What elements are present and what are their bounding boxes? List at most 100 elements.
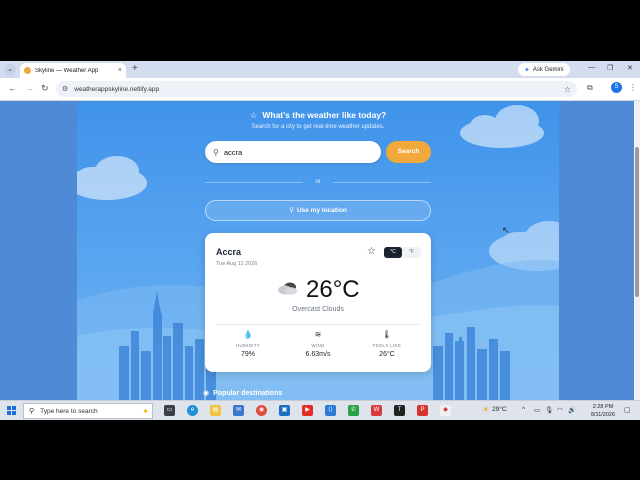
search-input[interactable] [223, 147, 364, 157]
condition-text: Overcast Clouds [292, 306, 344, 313]
taskbar-search-placeholder[interactable]: Type here to search [40, 408, 142, 415]
volume-icon[interactable]: 🔊 [568, 406, 576, 414]
wind-label: WIND [311, 343, 325, 348]
droplet-icon: 💧 [243, 330, 253, 339]
gemini-icon: ✦ [524, 66, 530, 74]
wifi-icon[interactable]: ◠ [557, 406, 563, 414]
location-button-label: Use my location [296, 207, 347, 214]
chrome-icon[interactable]: ◉ [256, 405, 267, 416]
page-subtitle: Search for a city to get real-time weath… [251, 124, 385, 130]
mail-icon[interactable]: ✉ [233, 405, 244, 416]
unit-toggle[interactable]: °C °F [384, 247, 421, 258]
globe-icon: ◉ [203, 390, 210, 397]
mouse-cursor-icon: ↖ [502, 225, 510, 235]
task-view-icon[interactable]: ▭ [164, 405, 175, 416]
celsius-toggle[interactable]: °C [384, 247, 402, 258]
close-window-button[interactable]: ✕ [627, 64, 633, 72]
weather-app: ☆ What's the weather like today? Search f… [77, 101, 559, 400]
wind-value: 6.63m/s [305, 351, 331, 358]
browser-chrome: ⌄ Skyline — Weather App × + ✦ Ask Gemini… [0, 61, 640, 101]
scrollbar-thumb[interactable] [635, 147, 639, 297]
whatsapp-icon[interactable]: ✆ [348, 405, 359, 416]
back-icon[interactable]: ← [8, 83, 17, 93]
notification-icon[interactable]: ▢ [624, 406, 631, 414]
or-text: or [315, 179, 321, 185]
cloud-left [77, 156, 147, 200]
copilot-sparkle-icon[interactable]: ✦ [142, 407, 149, 416]
tab-strip: ⌄ Skyline — Weather App × + ✦ Ask Gemini… [0, 61, 640, 78]
site-info-icon[interactable]: ⚙ [62, 85, 68, 93]
tab-search-icon[interactable]: ⌄ [4, 64, 16, 76]
reload-icon[interactable]: ↻ [41, 83, 49, 94]
humidity-label: HUMIDITY [235, 343, 261, 348]
search-button[interactable]: Search [386, 141, 431, 163]
url-text[interactable]: weatherappskyline.netlify.app [74, 86, 564, 93]
extensions-icon[interactable]: ⧉ [587, 83, 593, 93]
card-divider [216, 324, 420, 325]
maximize-button[interactable]: ❐ [607, 64, 613, 72]
forward-icon[interactable]: → [25, 83, 34, 93]
clock-time: 2:28 PM [592, 404, 614, 410]
tab-close-icon[interactable]: × [118, 67, 122, 74]
feels-like-stat: 🌡 FEELS LIKE 26°C [357, 330, 417, 358]
wind-stat: ≋ WIND 6.63m/s [288, 330, 348, 358]
popular-heading-text: Popular destinations [213, 390, 283, 397]
page-heading: ☆ What's the weather like today? [77, 110, 559, 121]
windows-start-icon[interactable] [7, 406, 16, 415]
humidity-value: 79% [240, 351, 255, 358]
bookmark-star-icon[interactable]: ☆ [564, 85, 571, 94]
letterbox-bottom [0, 420, 640, 480]
vscode-icon[interactable]: ⟨⟩ [325, 405, 336, 416]
page-scrollbar[interactable] [634, 101, 640, 400]
humidity-stat: 💧 HUMIDITY 79% [218, 330, 278, 358]
network-icon[interactable]: ▭ [534, 406, 540, 414]
sun-cloud-icon: ☀ [482, 405, 490, 414]
browser-tab[interactable]: Skyline — Weather App × [20, 63, 126, 78]
taskbar-clock[interactable]: 2:28 PM 8/11/2026 [586, 403, 620, 419]
favicon-icon [24, 67, 31, 74]
feels-like-value: 26°C [379, 351, 395, 358]
taskbar-weather-widget[interactable]: ☀ 29°C [482, 405, 507, 414]
use-my-location-button[interactable]: ⚲ Use my location [205, 200, 431, 221]
taskbar-search-box[interactable]: ⚲ Type here to search ✦ [23, 403, 153, 419]
taskbar-weather-temp: 29°C [492, 406, 507, 413]
app-icon-running[interactable]: ◆ [440, 405, 451, 416]
temperature: 26°C [306, 276, 360, 303]
ask-gemini-label: Ask Gemini [532, 66, 564, 73]
file-explorer-icon[interactable]: ▤ [210, 405, 221, 416]
microphone-icon[interactable]: 🎙 [545, 406, 553, 414]
search-field[interactable]: ⚲ [205, 141, 381, 163]
address-bar[interactable]: ⚙ weatherappskyline.netlify.app ☆ [56, 81, 577, 97]
fahrenheit-toggle[interactable]: °F [402, 247, 421, 258]
star-icon: ☆ [249, 110, 258, 120]
search-icon: ⚲ [213, 147, 219, 157]
or-divider: or [205, 177, 431, 187]
store-icon[interactable]: ▣ [279, 405, 290, 416]
location-pin-icon: ⚲ [289, 207, 294, 214]
app-icon-ppt[interactable]: P [417, 405, 428, 416]
weather-date: Tue Aug 11 2026 [216, 261, 258, 267]
browser-toolbar: ← → ↻ ⚙ weatherappskyline.netlify.app ☆ … [0, 78, 640, 101]
popular-destinations-heading: ◉ Popular destinations [203, 389, 282, 397]
page-title: What's the weather like today? [262, 110, 387, 120]
thermometer-icon: 🌡 [381, 330, 393, 339]
city-name: Accra [216, 247, 242, 257]
wind-icon: ≋ [314, 330, 322, 339]
app-icon-dark[interactable]: T [394, 405, 405, 416]
windows-taskbar: ⚲ Type here to search ✦ ▭ e ▤ ✉ ◉ ▣ ▶ ⟨⟩… [0, 400, 640, 420]
favorite-star-icon[interactable]: ☆ [367, 246, 376, 257]
feels-like-label: FEELS LIKE [372, 343, 402, 348]
edge-icon[interactable]: e [187, 405, 198, 416]
tray-chevron-icon[interactable]: ^ [522, 406, 525, 413]
taskbar-search-icon: ⚲ [29, 408, 35, 415]
youtube-icon[interactable]: ▶ [302, 405, 313, 416]
app-icon-red[interactable]: W [371, 405, 382, 416]
menu-icon[interactable]: ⋮ [629, 83, 637, 92]
weather-card: Accra Tue Aug 11 2026 ☆ °C °F 26°C Overc… [205, 233, 431, 372]
ask-gemini-button[interactable]: ✦ Ask Gemini [518, 63, 570, 76]
new-tab-button[interactable]: + [132, 63, 138, 74]
clock-date: 8/11/2026 [590, 412, 616, 418]
profile-avatar[interactable]: S [611, 82, 622, 93]
page-viewport: ☆ What's the weather like today? Search f… [0, 101, 640, 400]
minimize-button[interactable]: — [588, 64, 595, 71]
